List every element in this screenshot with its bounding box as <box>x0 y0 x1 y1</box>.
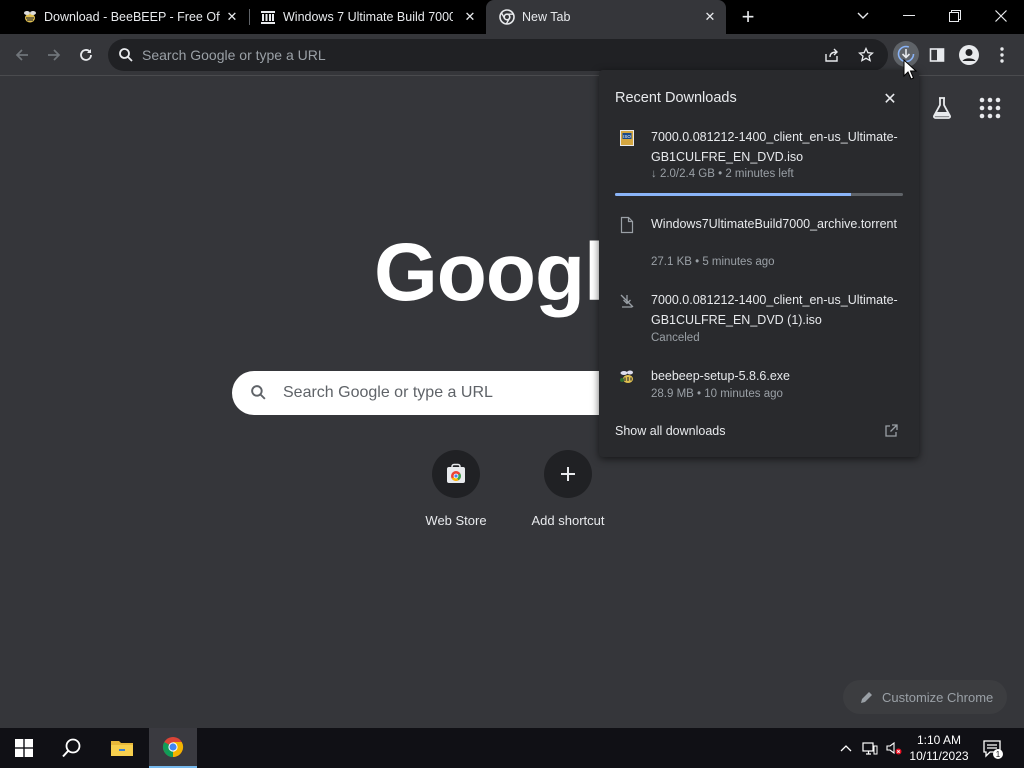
tab-title: Download - BeeBEEP - Free Offic <box>44 10 220 24</box>
new-tab-button[interactable]: + <box>736 6 760 30</box>
search-icon <box>62 738 81 758</box>
download-status: Canceled <box>651 332 700 344</box>
download-filename: 7000.0.081212-1400_client_en-us_Ultimate… <box>651 130 898 164</box>
download-item[interactable]: Windows7UltimateBuild7000_archive.torren… <box>599 214 919 272</box>
chrome-taskbar-button[interactable] <box>149 728 197 768</box>
windows-logo-icon <box>15 739 33 757</box>
downloads-bubble: Recent Downloads ✕ ISO 7000.0.081212-140… <box>599 70 919 457</box>
tab-close-icon[interactable]: ✕ <box>701 8 719 26</box>
clock-date: 10/11/2023 <box>909 749 969 763</box>
notification-icon: 1 <box>983 740 1003 759</box>
side-panel-icon[interactable] <box>925 43 949 67</box>
download-item[interactable]: ISO 7000.0.081212-1400_client_en-us_Ulti… <box>599 127 919 185</box>
bookmark-star-icon[interactable] <box>856 45 876 65</box>
tab-beebeep[interactable]: Download - BeeBEEP - Free Offic ✕ <box>0 0 250 34</box>
close-icon[interactable]: ✕ <box>880 89 900 109</box>
show-all-downloads-link[interactable]: Show all downloads <box>615 424 726 438</box>
tab-search-chevron-icon[interactable] <box>850 4 876 28</box>
system-clock[interactable]: 1:10 AM 10/11/2023 <box>906 732 972 764</box>
chrome-icon <box>162 737 184 758</box>
chrome-favicon <box>499 9 515 25</box>
file-explorer-button[interactable] <box>98 728 146 768</box>
web-store-icon <box>432 450 480 498</box>
download-item[interactable]: 7000.0.081212-1400_client_en-us_Ultimate… <box>599 290 919 348</box>
customize-label: Customize Chrome <box>882 689 994 705</box>
notification-count: 1 <box>996 750 1001 759</box>
tab-new-tab[interactable]: New Tab ✕ <box>486 0 726 34</box>
tab-strip: Download - BeeBEEP - Free Offic ✕ Window… <box>0 0 1024 34</box>
address-input[interactable] <box>142 45 742 65</box>
download-filename: Windows7UltimateBuild7000_archive.torren… <box>651 217 897 231</box>
search-button[interactable] <box>48 728 96 768</box>
taskbar: 1:10 AM 10/11/2023 1 <box>0 728 1024 768</box>
tab-title: Windows 7 Ultimate Build 7000 : <box>283 10 453 24</box>
shortcut-label: Add shortcut <box>531 513 605 528</box>
share-icon[interactable] <box>822 45 842 65</box>
google-apps-icon[interactable] <box>978 96 1004 122</box>
beebeep-favicon <box>24 11 36 23</box>
search-icon <box>119 48 133 62</box>
beebeep-app-icon <box>620 370 633 383</box>
file-icon <box>620 216 634 234</box>
action-center-button[interactable]: 1 <box>982 738 1004 760</box>
downloads-title: Recent Downloads <box>615 90 737 106</box>
tab-close-icon[interactable]: ✕ <box>461 8 479 26</box>
search-icon <box>251 385 266 400</box>
download-progress-fill <box>615 193 852 196</box>
tab-close-icon[interactable]: ✕ <box>223 8 241 26</box>
download-item[interactable]: beebeep-setup-5.8.6.exe 28.9 MB • 10 min… <box>599 366 919 406</box>
restore-button[interactable] <box>942 4 968 28</box>
download-filename: 7000.0.081212-1400_client_en-us_Ultimate… <box>651 293 898 327</box>
mouse-cursor-icon <box>903 59 917 80</box>
pencil-icon <box>860 690 874 704</box>
download-progress-bar <box>615 193 903 196</box>
profile-avatar[interactable] <box>957 43 981 67</box>
volume-muted-icon[interactable] <box>886 740 902 756</box>
start-button[interactable] <box>0 728 48 768</box>
shortcut-add[interactable]: Add shortcut <box>512 448 624 538</box>
back-button[interactable] <box>10 43 34 67</box>
download-status: 28.9 MB • 10 minutes ago <box>651 388 783 400</box>
svg-text:ISO: ISO <box>623 134 631 139</box>
tab-windows7[interactable]: Windows 7 Ultimate Build 7000 : ✕ <box>250 0 487 34</box>
network-icon[interactable] <box>862 740 878 756</box>
customize-chrome-button[interactable]: Customize Chrome <box>843 680 1007 714</box>
cancelled-download-icon <box>620 294 634 308</box>
forward-button[interactable] <box>42 43 66 67</box>
shortcut-label: Web Store <box>425 513 487 528</box>
close-window-button[interactable] <box>988 4 1014 28</box>
tray-chevron-up-icon[interactable] <box>838 740 854 756</box>
plus-icon <box>544 450 592 498</box>
iso-file-icon: ISO <box>620 130 634 146</box>
reload-button[interactable] <box>74 43 98 67</box>
download-filename: beebeep-setup-5.8.6.exe <box>651 369 790 383</box>
chrome-labs-icon[interactable] <box>930 96 956 122</box>
omnibox[interactable] <box>108 39 888 71</box>
menu-kebab-icon[interactable] <box>990 43 1014 67</box>
tab-title: New Tab <box>522 10 571 24</box>
clock-time: 1:10 AM <box>916 733 962 747</box>
shortcut-web-store[interactable]: Web Store <box>400 448 512 538</box>
download-status: ↓ 2.0/2.4 GB • 2 minutes left <box>651 168 794 180</box>
minimize-button[interactable] <box>896 4 922 28</box>
folder-icon <box>111 741 133 756</box>
download-status: 27.1 KB • 5 minutes ago <box>651 256 775 268</box>
open-external-icon[interactable] <box>883 423 899 439</box>
archive-org-favicon <box>261 11 275 24</box>
